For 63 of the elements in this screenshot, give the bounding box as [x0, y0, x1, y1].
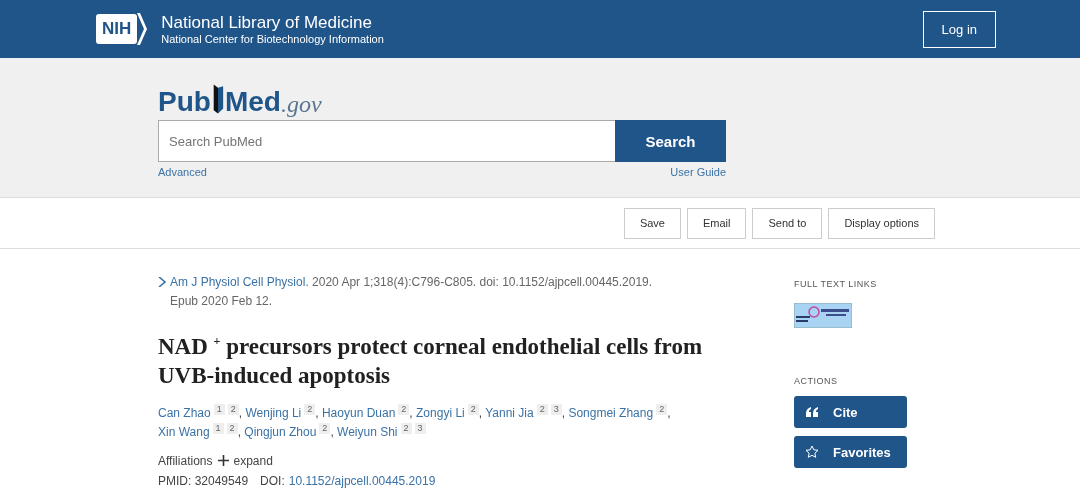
author-link[interactable]: Can Zhao [158, 405, 211, 420]
author-link[interactable]: Qingjun Zhou [244, 424, 317, 439]
actions-heading: ACTIONS [794, 376, 839, 386]
affiliation-number[interactable]: 2 [227, 403, 239, 415]
doi-label: DOI: [260, 473, 285, 488]
expand-toggle[interactable]: expand [218, 453, 273, 468]
affiliation-number[interactable]: 1 [213, 403, 225, 415]
chevron-logo-icon [137, 13, 148, 45]
author-separator: , [330, 424, 334, 439]
affiliation-number[interactable]: 1 [212, 422, 224, 434]
author-separator: , [667, 405, 671, 420]
author-link[interactable]: Songmei Zhang [568, 405, 654, 420]
toolbar-button[interactable]: Display options [828, 207, 935, 239]
full-text-heading: FULL TEXT LINKS [794, 279, 878, 289]
pubmed-logo[interactable]: Pub [158, 88, 211, 116]
pmid-text: PMID: 32049549 [158, 473, 249, 488]
action-button[interactable]: Cite [794, 396, 907, 428]
site-subtitle: National Center for Biotechnology Information [161, 33, 384, 45]
site-title: National Library of Medicine [161, 13, 373, 33]
author-separator: , [561, 405, 566, 420]
author-link[interactable]: Zongyi Li [416, 405, 465, 420]
login-button[interactable]: Log in [922, 10, 996, 48]
pubmed-logo[interactable]: Med [224, 88, 281, 116]
advanced-link[interactable]: Advanced [158, 166, 207, 178]
search-button[interactable]: Search [615, 120, 726, 162]
book-icon [211, 82, 224, 116]
subscription-badge-icon[interactable] [794, 303, 852, 328]
author-separator: , [237, 424, 241, 439]
toolbar-button[interactable]: Save [623, 207, 681, 239]
affiliations-label: Affiliations [158, 453, 213, 468]
affiliation-number[interactable]: 3 [414, 422, 426, 434]
author-separator: , [478, 405, 483, 420]
author-link[interactable]: Haoyun Duan [321, 405, 396, 420]
affiliation-number[interactable]: 2 [400, 422, 412, 434]
author-link[interactable]: Wenjing Li [245, 405, 302, 420]
author-link[interactable]: Yanni Jia [485, 405, 534, 420]
affiliation-number[interactable]: 2 [536, 403, 548, 415]
author-link[interactable]: Xin Wang [158, 424, 210, 439]
user-guide-link[interactable]: User Guide [670, 166, 726, 178]
author-link[interactable]: Weiyun Shi [337, 424, 398, 439]
affiliation-number[interactable]: 2 [467, 403, 479, 415]
affiliation-number[interactable]: 2 [304, 403, 316, 415]
citation-text: Am J Physiol Cell Physiol. 2020 Apr 1;318(4):C796-C805. doi: 10.1152/ajpcell.00445.2019. Epub 2020 Feb 12. [170, 274, 654, 310]
affiliation-number[interactable]: 2 [319, 422, 331, 434]
toolbar-button[interactable]: Email [686, 207, 747, 239]
affiliation-number[interactable]: 2 [226, 422, 238, 434]
affiliation-number[interactable]: 3 [550, 403, 562, 415]
chevron-icon [158, 277, 166, 287]
plus-icon [218, 455, 230, 467]
author-separator: , [238, 405, 243, 420]
author-separator: , [409, 405, 413, 420]
star-icon [805, 445, 819, 459]
action-button[interactable]: Favorites [794, 436, 907, 468]
affiliation-number[interactable]: 2 [656, 403, 668, 415]
toolbar-button[interactable]: Send to [752, 207, 823, 239]
quote-icon [805, 407, 819, 417]
affiliation-number[interactable]: 2 [398, 403, 410, 415]
article-title: NAD $^{+}$ precursors protect corneal endothelial cells from UVB-induced apoptosis [158, 332, 704, 390]
search-field[interactable]: Search PubMed [158, 120, 615, 162]
doi-link[interactable]: 10.1152/ajpcell.00445.2019 [288, 473, 436, 488]
journal-link[interactable]: Am J Physiol Cell Physiol. [170, 275, 309, 289]
author-separator: , [315, 405, 319, 420]
logo-suffix: .gov [280, 92, 322, 116]
